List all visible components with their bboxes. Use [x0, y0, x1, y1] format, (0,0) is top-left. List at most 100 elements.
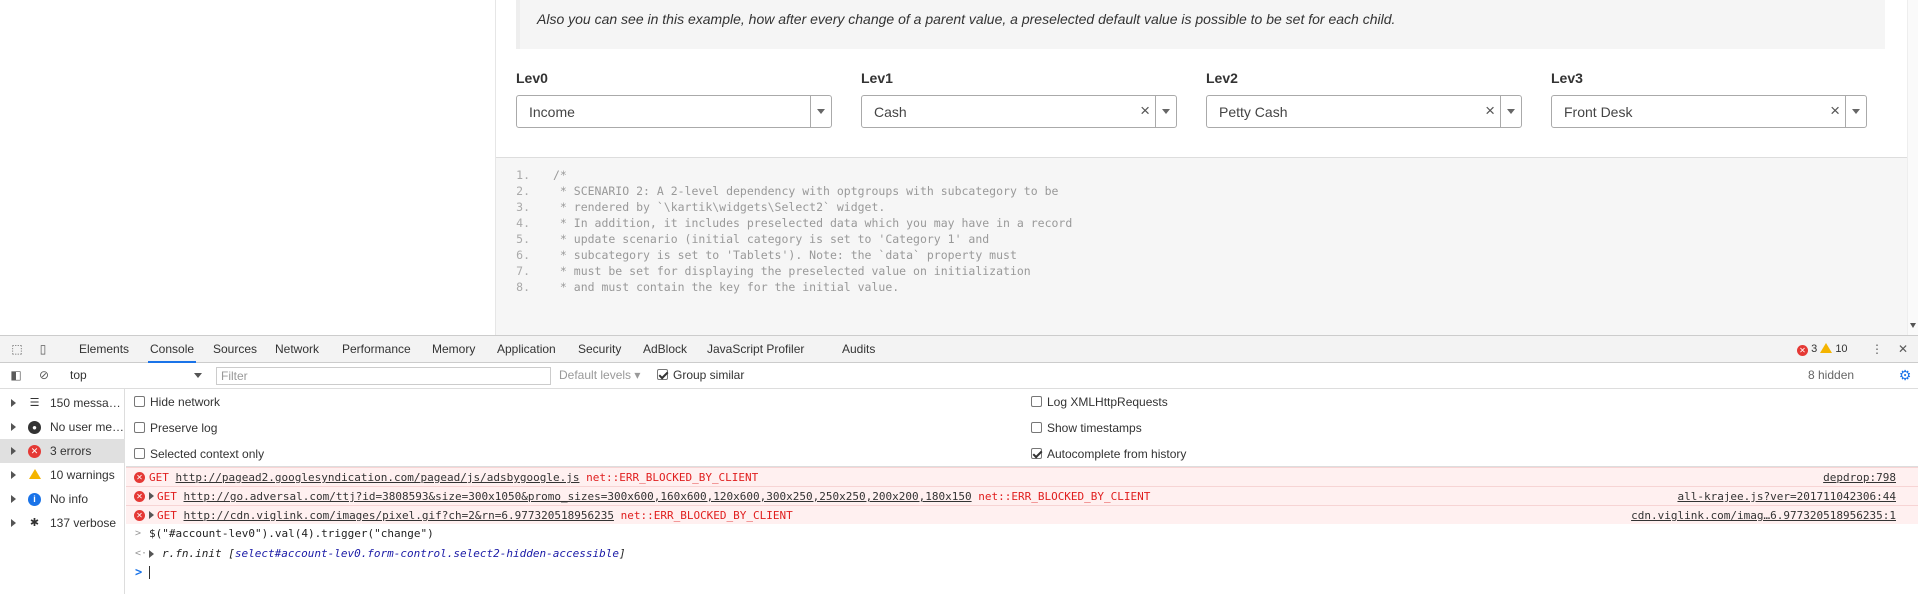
web-page: Also you can see in this example, how af…	[0, 0, 1918, 335]
checkbox-icon[interactable]	[134, 448, 145, 459]
tab-security[interactable]: Security	[576, 336, 623, 363]
sidebar-item-verbose[interactable]: ✱ 137 verbose	[0, 511, 125, 535]
sidebar-item-label: 137 verbose	[50, 516, 117, 530]
tab-console[interactable]: Console	[148, 336, 197, 363]
code-line: 3. * rendered by `\kartik\widgets\Select…	[516, 200, 886, 214]
info-icon: i	[28, 493, 41, 506]
sidebar-item-info[interactable]: i No info	[0, 487, 125, 511]
error-icon: ✕	[1797, 345, 1808, 356]
tab-application[interactable]: Application	[495, 336, 558, 363]
tab-adblock[interactable]: AdBlock	[641, 336, 689, 363]
group-similar-checkbox[interactable]: Group similar	[657, 368, 744, 382]
lev3-dropdown-arrow[interactable]	[1845, 96, 1866, 127]
sidebar-item-errors[interactable]: ✕ 3 errors	[0, 439, 125, 463]
tab-memory[interactable]: Memory	[430, 336, 477, 363]
expand-caret-icon[interactable]	[11, 447, 16, 455]
scroll-down-icon[interactable]	[1910, 323, 1916, 328]
inspect-element-icon[interactable]: ⬚	[10, 342, 24, 356]
error-url-link[interactable]: http://go.adversal.com/ttj?id=3808593&si…	[184, 490, 972, 503]
checkbox-icon[interactable]	[134, 422, 145, 433]
tab-javascript-profiler[interactable]: JavaScript Profiler	[705, 336, 806, 363]
chevron-down-icon	[817, 109, 825, 114]
expand-caret-icon[interactable]	[149, 550, 154, 558]
lev2-select[interactable]: Petty Cash ×	[1206, 95, 1522, 128]
console-error-row: ✕ GET http://pagead2.googlesyndication.c…	[126, 467, 1918, 486]
lev3-clear-icon[interactable]: ×	[1830, 101, 1840, 121]
checkbox-icon[interactable]	[134, 396, 145, 407]
chevron-down-icon	[194, 373, 202, 378]
tab-sources[interactable]: Sources	[211, 336, 259, 363]
preserve-log-checkbox[interactable]: Preserve log	[134, 421, 217, 435]
device-toolbar-icon[interactable]: ▯	[36, 342, 50, 356]
lev2-dropdown-arrow[interactable]	[1500, 96, 1521, 127]
lev3-select[interactable]: Front Desk ×	[1551, 95, 1867, 128]
tab-audits[interactable]: Audits	[840, 336, 877, 363]
issue-counter[interactable]: ✕ 3 10	[1797, 343, 1848, 356]
result-value[interactable]: r.fn.init [select#account-lev0.form-cont…	[162, 544, 626, 563]
lev1-dropdown-arrow[interactable]	[1155, 96, 1176, 127]
tab-network[interactable]: Network	[273, 336, 321, 363]
lev1-select[interactable]: Cash ×	[861, 95, 1177, 128]
lev0-dropdown-arrow[interactable]	[810, 96, 831, 127]
expand-caret-icon[interactable]	[11, 471, 16, 479]
expand-caret-icon[interactable]	[11, 519, 16, 527]
tab-performance[interactable]: Performance	[340, 336, 413, 363]
warning-icon	[1820, 343, 1833, 353]
result-object[interactable]: select#account-lev0.form-control.select2…	[235, 547, 619, 560]
clear-console-icon[interactable]: ⊘	[37, 368, 51, 382]
error-source-link[interactable]: all-krajee.js?ver=201711042306:44	[1677, 487, 1896, 506]
show-timestamps-checkbox[interactable]: Show timestamps	[1031, 421, 1142, 435]
autocomplete-label: Autocomplete from history	[1047, 447, 1187, 461]
checkbox-icon[interactable]	[1031, 396, 1042, 407]
sidebar-item-user-messages[interactable]: ● No user me…	[0, 415, 125, 439]
error-url-link[interactable]: http://pagead2.googlesyndication.com/pag…	[176, 471, 580, 484]
chevron-down-icon	[1507, 109, 1515, 114]
sidebar-item-warnings[interactable]: 10 warnings	[0, 463, 125, 487]
error-status: net::ERR_BLOCKED_BY_CLIENT	[620, 509, 793, 522]
http-method: GET	[157, 509, 177, 522]
lev2-clear-icon[interactable]: ×	[1485, 101, 1495, 121]
error-source-link[interactable]: cdn.viglink.com/imag…6.977320518956235:1	[1631, 506, 1896, 525]
expand-caret-icon[interactable]	[11, 423, 16, 431]
autocomplete-checkbox[interactable]: Autocomplete from history	[1031, 447, 1186, 461]
error-icon: ✕	[28, 445, 41, 458]
checkbox-checked-icon[interactable]	[657, 369, 668, 380]
sidebar-toggle-icon[interactable]: ◧	[9, 368, 23, 382]
close-icon[interactable]: ✕	[1896, 342, 1910, 356]
user-icon: ●	[28, 421, 41, 434]
filter-input[interactable]	[216, 367, 551, 385]
settings-gear-icon[interactable]: ⚙	[1898, 368, 1912, 382]
hide-network-checkbox[interactable]: Hide network	[134, 395, 220, 409]
lev1-clear-icon[interactable]: ×	[1140, 101, 1150, 121]
hidden-count: 8 hidden	[1808, 368, 1855, 382]
console-error-row: ✕ GET http://go.adversal.com/ttj?id=3808…	[126, 486, 1918, 505]
lev0-select[interactable]: Income	[516, 95, 832, 128]
page-scrollbar[interactable]	[1907, 0, 1918, 335]
hide-network-label: Hide network	[150, 395, 221, 409]
lev0-value: Income	[529, 104, 575, 120]
log-levels-dropdown[interactable]: Default levels ▾	[559, 368, 640, 382]
sidebar-item-messages[interactable]: ☰ 150 messa…	[0, 391, 125, 415]
prompt-icon: >	[135, 565, 143, 579]
lev2-value: Petty Cash	[1219, 104, 1288, 120]
context-selector[interactable]: top	[66, 367, 202, 384]
error-source-link[interactable]: depdrop:798	[1823, 468, 1896, 487]
tab-elements[interactable]: Elements	[77, 336, 131, 363]
lev3-label: Lev3	[1551, 70, 1583, 86]
error-url-link[interactable]: http://cdn.viglink.com/images/pixel.gif?…	[184, 509, 614, 522]
prompt-icon: >	[135, 528, 142, 539]
expand-caret-icon[interactable]	[149, 511, 154, 519]
executed-command: $("#account-lev0").val(4).trigger("chang…	[149, 527, 434, 540]
checkbox-icon[interactable]	[1031, 422, 1042, 433]
console-input-row[interactable]: >	[126, 563, 1918, 582]
log-xhr-checkbox[interactable]: Log XMLHttpRequests	[1031, 395, 1168, 409]
code-block: 1./* 2. * SCENARIO 2: A 2-level dependen…	[496, 157, 1908, 335]
expand-caret-icon[interactable]	[149, 492, 154, 500]
sidebar-item-label: 3 errors	[50, 444, 92, 458]
more-options-icon[interactable]: ⋮	[1870, 342, 1884, 356]
selected-context-checkbox[interactable]: Selected context only	[134, 447, 264, 461]
expand-caret-icon[interactable]	[11, 399, 16, 407]
expand-caret-icon[interactable]	[11, 495, 16, 503]
console-result-row: <· r.fn.init [select#account-lev0.form-c…	[126, 544, 1918, 563]
checkbox-checked-icon[interactable]	[1031, 448, 1042, 459]
